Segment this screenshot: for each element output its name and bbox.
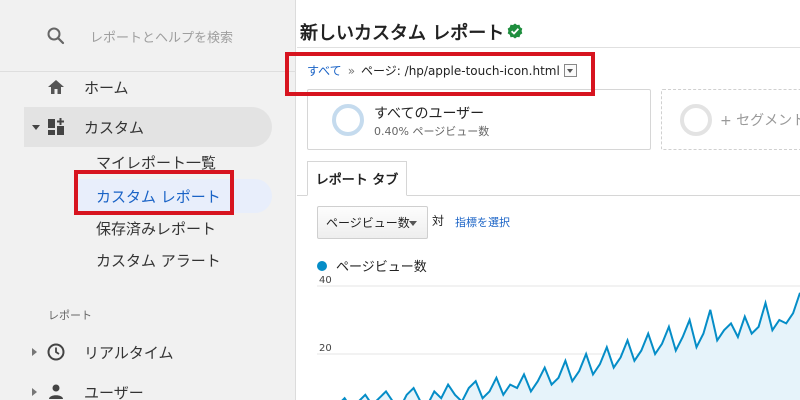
reports-section-heading: レポート — [48, 309, 92, 322]
segment-detail: 0.40% ページビュー数 — [374, 125, 490, 138]
segment-name: すべてのユーザー — [374, 106, 485, 122]
main-content: 新しいカスタム レポート すべて » ページ: /hp/apple-touch-… — [297, 0, 800, 400]
sidebar-item-label: ユーザー — [84, 383, 144, 400]
segment-ring-icon — [332, 104, 364, 136]
title-row: 新しいカスタム レポート — [297, 0, 800, 48]
sidebar-item-label: ホーム — [84, 78, 129, 97]
metric-select-value: ページビュー数 — [326, 216, 410, 230]
breadcrumb-dropdown-button[interactable] — [563, 64, 577, 77]
y-tick-label: 40 — [319, 276, 332, 286]
verified-check-icon — [507, 23, 523, 39]
select-metric-link[interactable]: 指標を選択 — [455, 214, 510, 230]
sidebar-item-custom[interactable]: カスタム — [24, 107, 272, 147]
expand-caret-icon[interactable] — [32, 388, 37, 396]
person-icon — [46, 382, 66, 400]
versus-label: 対 — [432, 214, 445, 228]
segment-ring-icon — [680, 104, 712, 136]
series-area — [317, 292, 800, 400]
chevron-down-icon — [409, 221, 417, 226]
sidebar-item-home[interactable]: ホーム — [24, 67, 272, 107]
sidebar-item-label: リアルタイム — [84, 343, 174, 362]
sidebar: レポートとヘルプを検索 ホーム カスタム マイレポート一覧 カスタム レポート … — [0, 0, 296, 400]
search-placeholder: レポートとヘルプを検索 — [90, 31, 234, 46]
dashboard-add-icon — [46, 117, 66, 137]
home-icon — [46, 77, 66, 97]
chart-legend: ページビュー数 — [317, 256, 427, 275]
sidebar-item-realtime[interactable]: リアルタイム — [24, 332, 272, 372]
sidebar-item-users[interactable]: ユーザー — [24, 372, 272, 400]
sidebar-sub-custom-alerts[interactable]: カスタム アラート — [96, 250, 221, 271]
search-icon — [44, 24, 68, 48]
add-segment-card[interactable]: + セグメント — [661, 89, 800, 150]
breadcrumb: すべて » ページ: /hp/apple-touch-icon.html — [307, 62, 577, 79]
y-tick-label: 20 — [319, 343, 332, 354]
sidebar-sub-saved-reports[interactable]: 保存済みレポート — [96, 218, 216, 239]
segment-card[interactable]: すべてのユーザー 0.40% ページビュー数 — [307, 89, 651, 150]
expand-caret-icon[interactable] — [32, 124, 40, 130]
sidebar-sub-custom-report[interactable]: カスタム レポート — [96, 186, 221, 207]
metric-select[interactable]: ページビュー数 — [317, 206, 428, 239]
sidebar-item-label: カスタム — [84, 118, 145, 137]
legend-dot — [317, 260, 327, 271]
breadcrumb-all-link[interactable]: すべて — [307, 62, 342, 79]
tab-report[interactable]: レポート タブ — [307, 161, 407, 196]
sidebar-search[interactable]: レポートとヘルプを検索 — [0, 0, 296, 72]
legend-label: ページビュー数 — [336, 260, 427, 275]
clock-icon — [46, 342, 66, 362]
breadcrumb-page: ページ: /hp/apple-touch-icon.html — [361, 64, 560, 78]
sidebar-sub-my-reports[interactable]: マイレポート一覧 — [96, 152, 216, 173]
breadcrumb-separator: » — [347, 63, 356, 78]
chevron-down-icon — [567, 68, 574, 73]
pageview-chart: 40 20 — [317, 276, 800, 400]
page-title: 新しいカスタム レポート — [300, 23, 505, 44]
add-segment-label: + セグメント — [720, 113, 800, 129]
expand-caret-icon[interactable] — [32, 348, 37, 356]
